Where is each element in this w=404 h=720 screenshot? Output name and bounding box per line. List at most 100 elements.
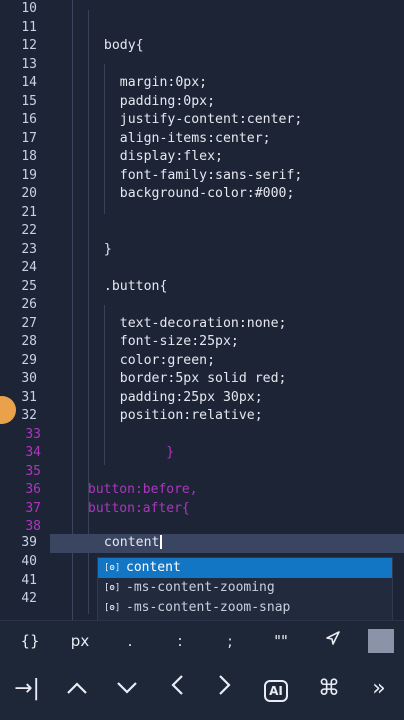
key-colon[interactable]: : bbox=[168, 629, 192, 653]
arrow-left-icon[interactable] bbox=[160, 674, 194, 704]
line-number: 22 bbox=[21, 223, 37, 238]
code-line-ghost[interactable]: 33 bbox=[0, 426, 404, 445]
autocomplete-item[interactable]: [ꙩ] -ms-content-zoom-snap bbox=[98, 598, 392, 618]
code-line-ghost[interactable]: 36 button:before, bbox=[0, 481, 404, 500]
property-icon: [ꙩ] bbox=[104, 563, 121, 573]
code-text: justify-content:center; bbox=[88, 112, 303, 127]
code-line[interactable]: 12 body{ bbox=[0, 37, 404, 56]
key-period[interactable]: . bbox=[118, 629, 142, 653]
code-text: body{ bbox=[88, 38, 144, 53]
code-line[interactable]: 20 background-color:#000; bbox=[0, 185, 404, 204]
autocomplete-popup: [ꙩ] content [ꙩ] -ms-content-zooming [ꙩ] -ms… bbox=[97, 557, 393, 620]
code-text: } bbox=[88, 445, 175, 460]
line-number: 33 bbox=[25, 426, 41, 442]
line-number: 19 bbox=[21, 167, 37, 183]
key-braces[interactable]: {} bbox=[14, 629, 46, 653]
line-number: 23 bbox=[21, 241, 37, 257]
line-number: 32 bbox=[21, 408, 37, 423]
code-text: text-decoration:none; bbox=[88, 315, 287, 331]
code-line[interactable]: 26 bbox=[0, 296, 404, 315]
line-number: 26 bbox=[21, 297, 37, 312]
code-line[interactable]: 21 bbox=[0, 204, 404, 223]
line-number: 30 bbox=[21, 371, 37, 386]
arrow-up-icon[interactable] bbox=[60, 674, 94, 704]
code-line[interactable]: 24 bbox=[0, 259, 404, 278]
command-key-icon[interactable]: ⌘ bbox=[312, 674, 346, 704]
autocomplete-label: content bbox=[126, 560, 181, 575]
code-line[interactable]: 31 padding:25px 30px; bbox=[0, 389, 404, 408]
code-text: align-items:center; bbox=[88, 130, 271, 146]
line-number: 35 bbox=[25, 463, 41, 479]
line-number: 34 bbox=[25, 445, 41, 460]
line-number: 40 bbox=[21, 554, 37, 569]
autocomplete-label: -ms-content-zooming bbox=[126, 580, 275, 595]
line-number: 39 bbox=[21, 535, 37, 550]
code-text: } bbox=[88, 241, 112, 257]
code-line[interactable]: 25 .button{ bbox=[0, 278, 404, 297]
code-text: border:5px solid red; bbox=[88, 371, 287, 386]
key-quotes[interactable]: "" bbox=[266, 629, 296, 653]
code-text: button:after{ bbox=[88, 500, 190, 516]
line-number: 36 bbox=[25, 482, 41, 497]
code-line[interactable]: 27 text-decoration:none; bbox=[0, 315, 404, 334]
code-line[interactable]: 30 border:5px solid red; bbox=[0, 370, 404, 389]
symbol-bar: {} px . : ; "" bbox=[0, 620, 404, 661]
text-cursor bbox=[160, 535, 162, 549]
code-line[interactable]: 15 padding:0px; bbox=[0, 93, 404, 112]
line-number: 17 bbox=[21, 130, 37, 146]
code-line[interactable]: 23 } bbox=[0, 241, 404, 260]
code-text: .button{ bbox=[88, 278, 168, 294]
code-line[interactable]: 32 position:relative; bbox=[0, 407, 404, 426]
line-number: 10 bbox=[21, 1, 37, 16]
key-semicolon[interactable]: ; bbox=[218, 629, 242, 653]
line-number: 28 bbox=[21, 334, 37, 349]
fast-forward-icon[interactable]: » bbox=[362, 674, 396, 704]
code-line[interactable]: 11 bbox=[0, 19, 404, 38]
code-line[interactable]: 29 color:green; bbox=[0, 352, 404, 371]
code-text: margin:0px; bbox=[88, 75, 208, 90]
arrow-right-icon[interactable] bbox=[208, 674, 242, 704]
line-number: 42 bbox=[21, 591, 37, 606]
navigation-bar: →| AI ⌘ » bbox=[0, 660, 404, 720]
autocomplete-item[interactable]: [ꙩ] content bbox=[98, 558, 392, 578]
line-number: 18 bbox=[21, 149, 37, 164]
line-number: 31 bbox=[21, 389, 37, 405]
code-line[interactable]: 18 display:flex; bbox=[0, 148, 404, 167]
code-line-ghost[interactable]: 37 button:after{ bbox=[0, 500, 404, 519]
code-line-current[interactable]: 39 content bbox=[0, 534, 404, 553]
line-number: 29 bbox=[21, 352, 37, 368]
key-px[interactable]: px bbox=[64, 629, 96, 653]
code-editor[interactable]: 10 11 12 body{ 13 14 margin:0px; 15 padd… bbox=[0, 0, 404, 620]
code-text: font-size:25px; bbox=[88, 334, 239, 349]
line-number: 37 bbox=[25, 500, 41, 516]
code-text: padding:25px 30px; bbox=[88, 389, 263, 405]
code-text: display:flex; bbox=[88, 149, 223, 164]
code-line[interactable]: 28 font-size:25px; bbox=[0, 333, 404, 352]
code-line-ghost[interactable]: 34 } bbox=[0, 444, 404, 463]
code-line[interactable]: 17 align-items:center; bbox=[0, 130, 404, 149]
eyedropper-icon[interactable] bbox=[318, 629, 348, 653]
autocomplete-label: -ms-content-zoom-snap bbox=[126, 600, 291, 615]
line-number: 12 bbox=[21, 38, 37, 53]
autocomplete-item[interactable]: [ꙩ] -ms-content-zooming bbox=[98, 578, 392, 598]
ai-button[interactable]: AI bbox=[258, 674, 294, 704]
code-line[interactable]: 14 margin:0px; bbox=[0, 74, 404, 93]
code-line-ghost[interactable]: 35 bbox=[0, 463, 404, 482]
tab-key-icon[interactable]: →| bbox=[10, 674, 44, 704]
code-text: padding:0px; bbox=[88, 93, 216, 109]
code-line[interactable]: 16 justify-content:center; bbox=[0, 111, 404, 130]
property-icon: [ꙩ] bbox=[104, 583, 121, 593]
arrow-down-icon[interactable] bbox=[110, 674, 144, 704]
code-line[interactable]: 13 bbox=[0, 56, 404, 75]
code-text: background-color:#000; bbox=[88, 186, 295, 201]
code-text: button:before, bbox=[88, 482, 198, 497]
line-number: 11 bbox=[21, 19, 37, 35]
line-number: 16 bbox=[21, 112, 37, 127]
line-number: 27 bbox=[21, 315, 37, 331]
code-line[interactable]: 22 bbox=[0, 222, 404, 241]
line-number: 14 bbox=[21, 75, 37, 90]
code-line[interactable]: 19 font-family:sans-serif; bbox=[0, 167, 404, 186]
color-swatch-icon[interactable] bbox=[368, 629, 394, 653]
code-line[interactable]: 10 bbox=[0, 0, 404, 19]
line-number: 13 bbox=[21, 56, 37, 72]
